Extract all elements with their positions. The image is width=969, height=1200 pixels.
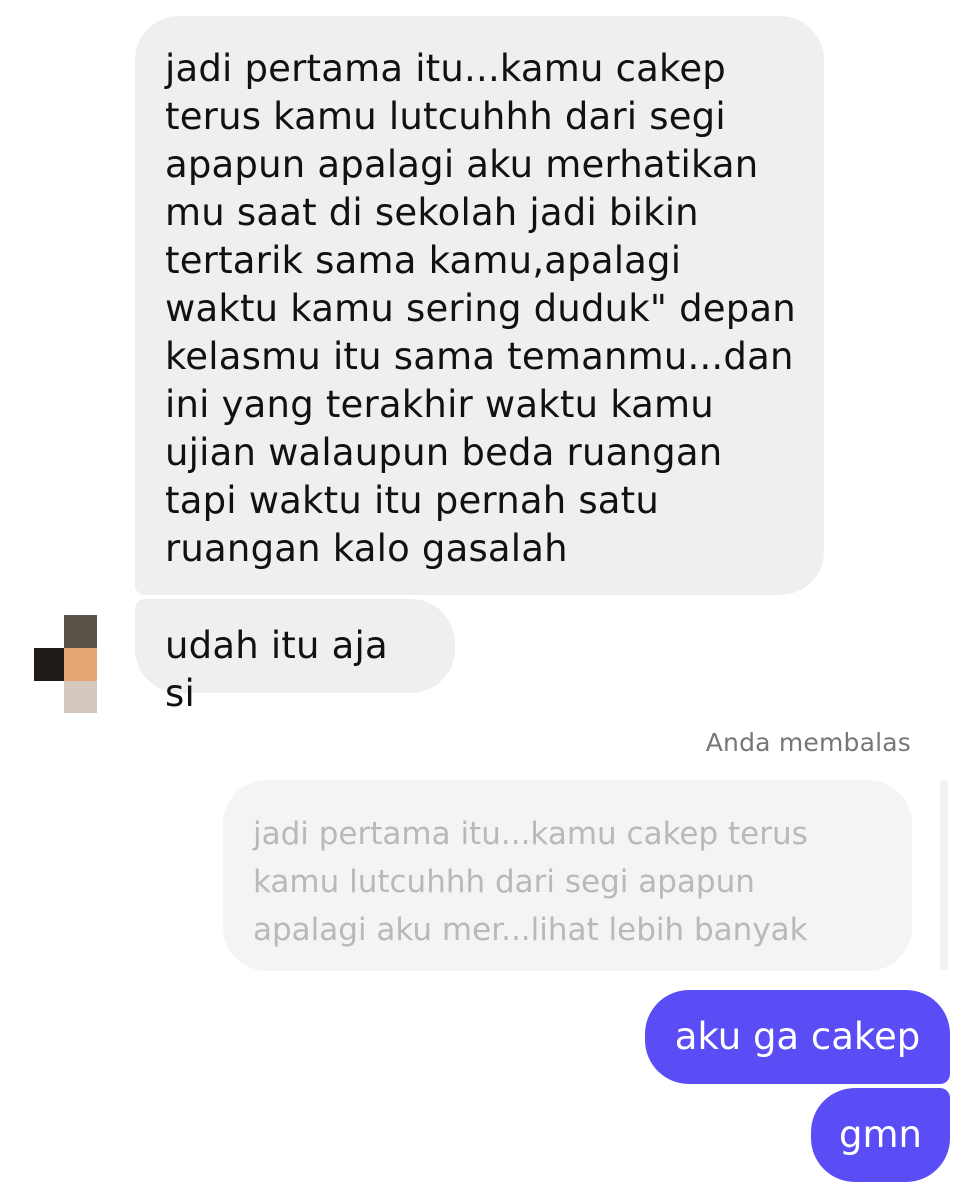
reply-quote-bar (940, 780, 948, 970)
reply-indicator-label: Anda membalas (705, 728, 911, 757)
quoted-message-preview[interactable]: jadi pertama itu...kamu cakep terus kamu… (223, 780, 912, 971)
incoming-message-bubble[interactable]: udah itu aja si (135, 599, 455, 715)
incoming-message-bubble[interactable]: jadi pertama itu...kamu cakep terus kamu… (135, 16, 824, 595)
avatar-pixel (64, 681, 97, 713)
avatar-pixel (64, 648, 97, 681)
outgoing-message-bubble[interactable]: gmn (811, 1088, 950, 1182)
avatar-pixel (64, 615, 97, 648)
avatar-pixel (34, 648, 64, 681)
outgoing-message-bubble[interactable]: aku ga cakep (645, 990, 950, 1084)
sender-avatar-icon[interactable] (34, 615, 98, 713)
